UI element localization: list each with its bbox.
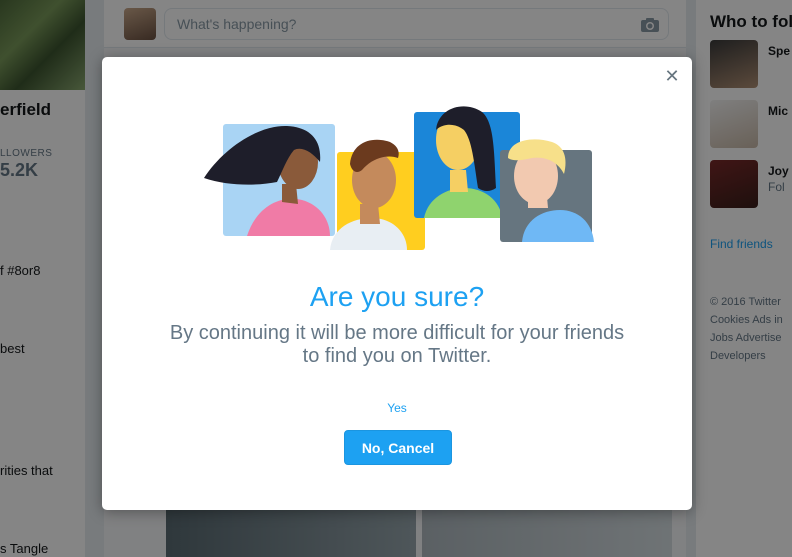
close-icon[interactable]: ✕ [662,67,682,87]
dialog-title: Are you sure? [309,281,485,312]
confirmation-dialog: ✕ Are you sure? By continuing it will be… [102,57,692,510]
friends-illustration [204,106,594,250]
cancel-button[interactable]: No, Cancel [344,430,452,465]
dialog-message: By continuing it will be more difficult … [169,322,625,367]
yes-link[interactable]: Yes [347,401,447,415]
